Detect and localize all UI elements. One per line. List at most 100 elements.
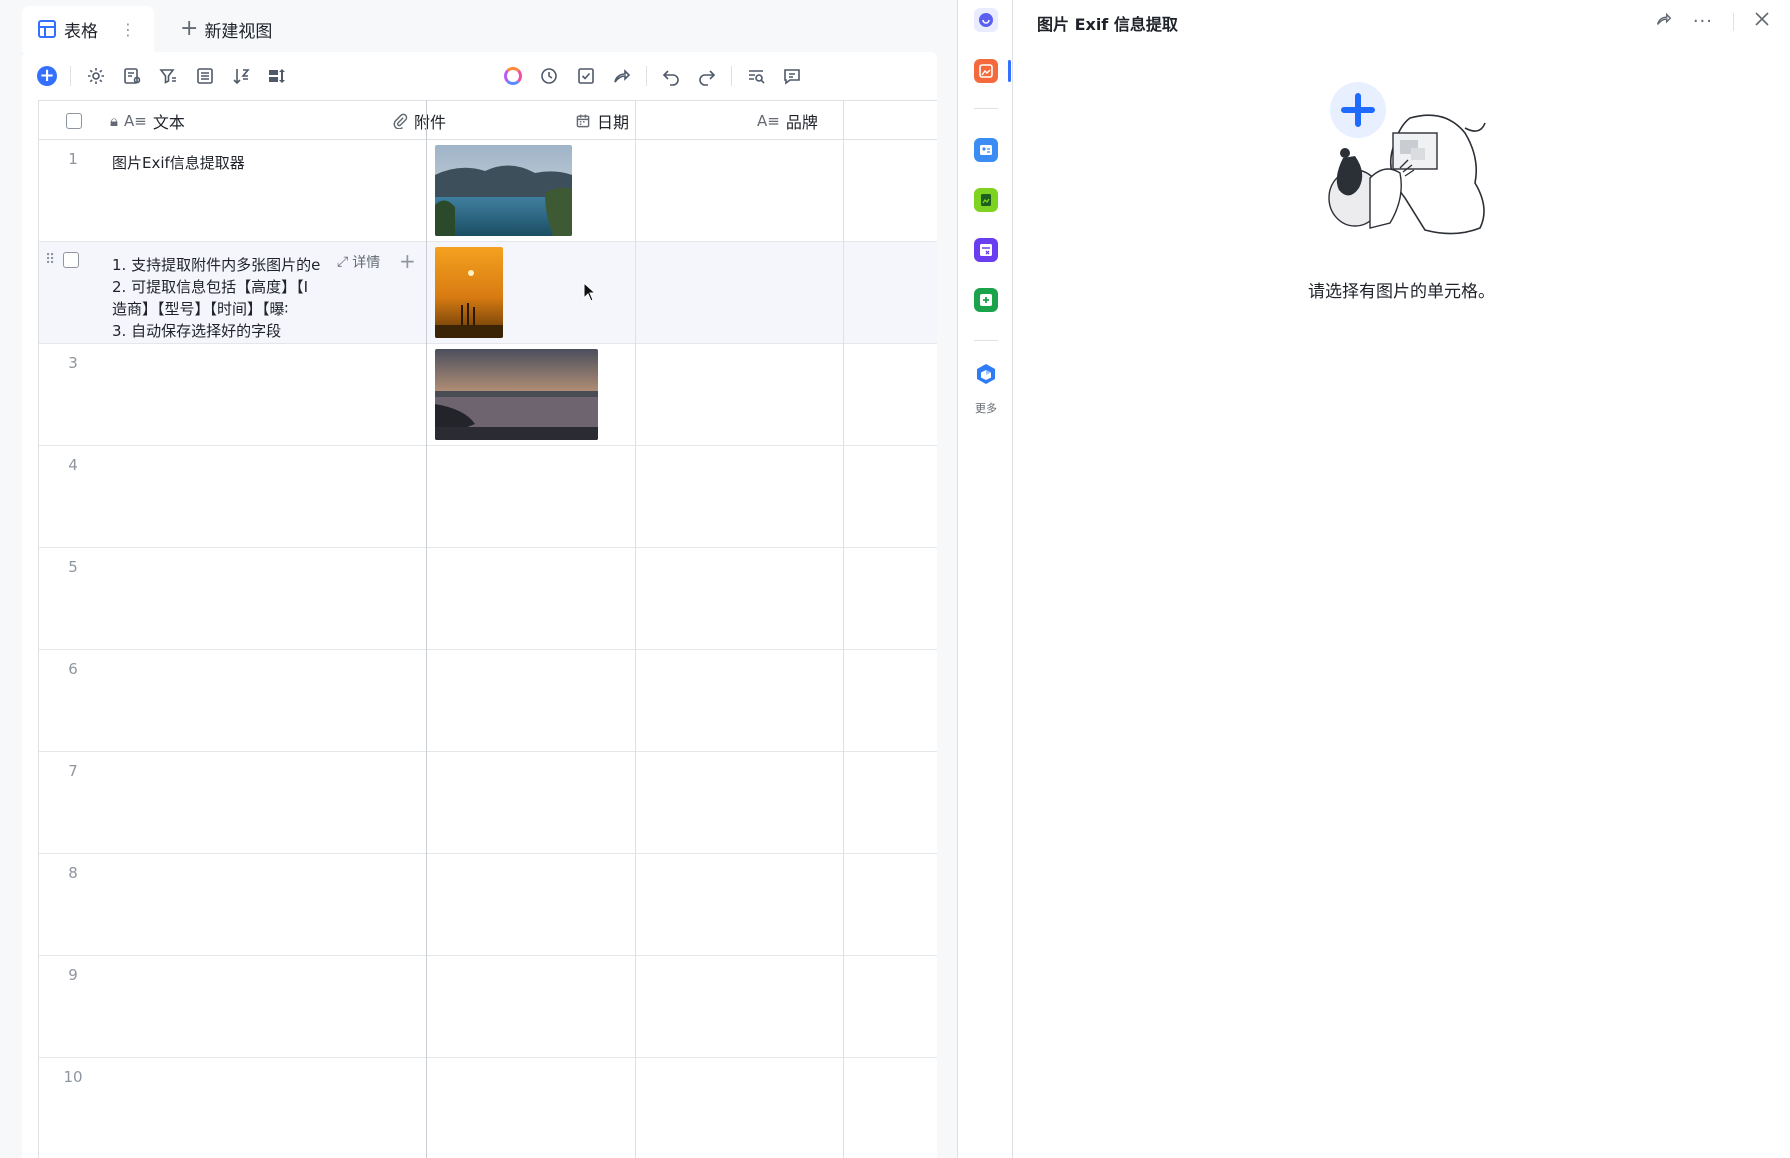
grid-icon [38,20,56,38]
group-button[interactable] [193,64,217,88]
text-cell[interactable]: 1. 支持提取附件内多张图片的e 2. 可提取信息包括【高度】【I 造商】【型号… [112,254,329,342]
select-all-checkbox[interactable] [66,101,82,141]
city-dusk-photo [435,349,598,440]
row-number: 7 [68,762,78,780]
more-vertical-icon[interactable]: ⋮ [120,20,136,39]
plugin-rail: 更多 [957,0,1013,1158]
rail-more-button[interactable] [974,362,998,386]
image-edit-icon [979,64,993,78]
table-row[interactable]: 3 [39,344,937,446]
row-number: 5 [68,558,78,576]
rail-plugin-button[interactable] [974,138,998,162]
filter-icon [159,69,176,84]
automation-button[interactable] [537,64,561,88]
row-number: 1 [68,150,78,168]
column-divider [426,100,427,1158]
column-label: 文本 [152,113,185,132]
row-checkbox[interactable] [63,252,80,268]
plus-icon: + [180,16,199,41]
chart-doc-icon [981,194,991,206]
empty-state-illustration [1328,82,1486,235]
share-button[interactable] [610,64,634,88]
undo-button[interactable] [659,64,683,88]
share-icon[interactable] [1655,10,1673,33]
grid-header: 🔒︎ A≡ 文本 附件 日期 A≡ 品牌 [39,100,937,140]
text-line: 2. 可提取信息包括【高度】【I [112,278,309,296]
list-group-icon [197,68,213,84]
text-line: 造商】【型号】【时间】【曝∶ [112,300,289,318]
row-number: 10 [63,1068,83,1086]
sunset-photo [435,247,503,338]
row-number: 3 [68,354,78,372]
more-horizontal-icon[interactable]: ··· [1693,11,1713,32]
settings-button[interactable] [84,64,108,88]
column-label: 日期 [597,113,630,132]
table-row[interactable]: 9 [39,956,937,1058]
rail-plugin-button[interactable] [974,238,998,262]
column-header-attachment[interactable]: 附件 [392,101,446,141]
table-row[interactable]: 5 [39,548,937,650]
tab-grid-view[interactable]: 表格 ⋮ [22,6,154,52]
table-row[interactable]: 10 [39,1058,937,1158]
empty-state-message: 请选择有图片的单元格。 [1308,282,1495,302]
app-root: 表格 ⋮ + 新建视图 + 🔒︎ A≡ 文本 附件 日期 A≡ 品牌 1 图片E… [0,0,1790,1158]
search-button[interactable] [744,64,768,88]
paperclip-icon [393,113,408,129]
table-row[interactable]: 7 [39,752,937,854]
toolbar-divider [646,66,647,86]
checkbox-task-icon [578,68,594,84]
attachment-thumbnail[interactable] [435,349,598,440]
redo-icon [699,70,716,86]
ai-assistant-button[interactable] [501,64,525,88]
table-row[interactable]: 6 [39,650,937,752]
table-row[interactable]: 8 [39,854,937,956]
rail-assistant-button[interactable] [974,8,998,32]
attachment-thumbnail[interactable] [435,145,572,236]
comment-button[interactable] [780,64,804,88]
new-view-button[interactable]: + 新建视图 [180,17,272,42]
drag-handle-icon[interactable]: ⠿ [45,252,55,268]
rail-plugin-button[interactable] [974,188,998,212]
attachment-thumbnail[interactable] [435,247,503,338]
row-number: 6 [68,660,78,678]
data-grid: 🔒︎ A≡ 文本 附件 日期 A≡ 品牌 1 图片Exif信息提取器 ⠿ 1. … [38,100,937,1158]
row-number: 9 [68,966,78,984]
column-header-brand[interactable]: A≡ 品牌 [757,101,818,141]
field-config-button[interactable] [120,64,144,88]
close-icon[interactable] [1754,11,1770,32]
text-line: 3. 自动保存选择好的字段 [112,322,282,340]
filter-button[interactable] [156,64,180,88]
toolbar: + [22,52,937,100]
tab-label: 表格 [64,21,98,42]
lock-icon: 🔒︎ [110,112,118,130]
calendar-icon [576,114,590,128]
column-header-date[interactable]: 日期 [575,101,629,141]
add-sheet-icon [980,294,992,306]
sort-icon [233,69,250,85]
panel-divider [1733,12,1734,31]
row-height-button[interactable] [265,64,289,88]
clock-lightning-icon [541,68,557,84]
row-tools: ⠿ [45,252,80,268]
sort-button[interactable] [229,64,253,88]
table-row[interactable]: 1 图片Exif信息提取器 [39,140,937,242]
detail-label: 详情 [352,255,381,271]
rail-divider [974,108,998,109]
expand-detail-button[interactable]: ⤢ 详情 [337,252,380,272]
redo-button[interactable] [695,64,719,88]
add-record-button[interactable]: + [35,64,59,88]
text-cell[interactable]: 图片Exif信息提取器 [112,152,332,174]
table-row[interactable]: ⠿ 1. 支持提取附件内多张图片的e 2. 可提取信息包括【高度】【I 造商】【… [39,242,937,344]
add-attachment-button[interactable]: + [399,249,416,273]
share-icon [614,69,631,83]
column-header-text[interactable]: 🔒︎ A≡ 文本 [110,101,185,141]
task-button[interactable] [574,64,598,88]
lake-mountain-photo [435,145,572,236]
text-field-icon: A≡ [757,112,780,130]
row-number: 8 [68,864,78,882]
table-row[interactable]: 4 [39,446,937,548]
form-settings-icon [124,68,141,84]
row-number: 4 [68,456,78,474]
rail-exif-plugin-button[interactable] [974,59,998,83]
rail-plugin-button[interactable] [974,288,998,312]
